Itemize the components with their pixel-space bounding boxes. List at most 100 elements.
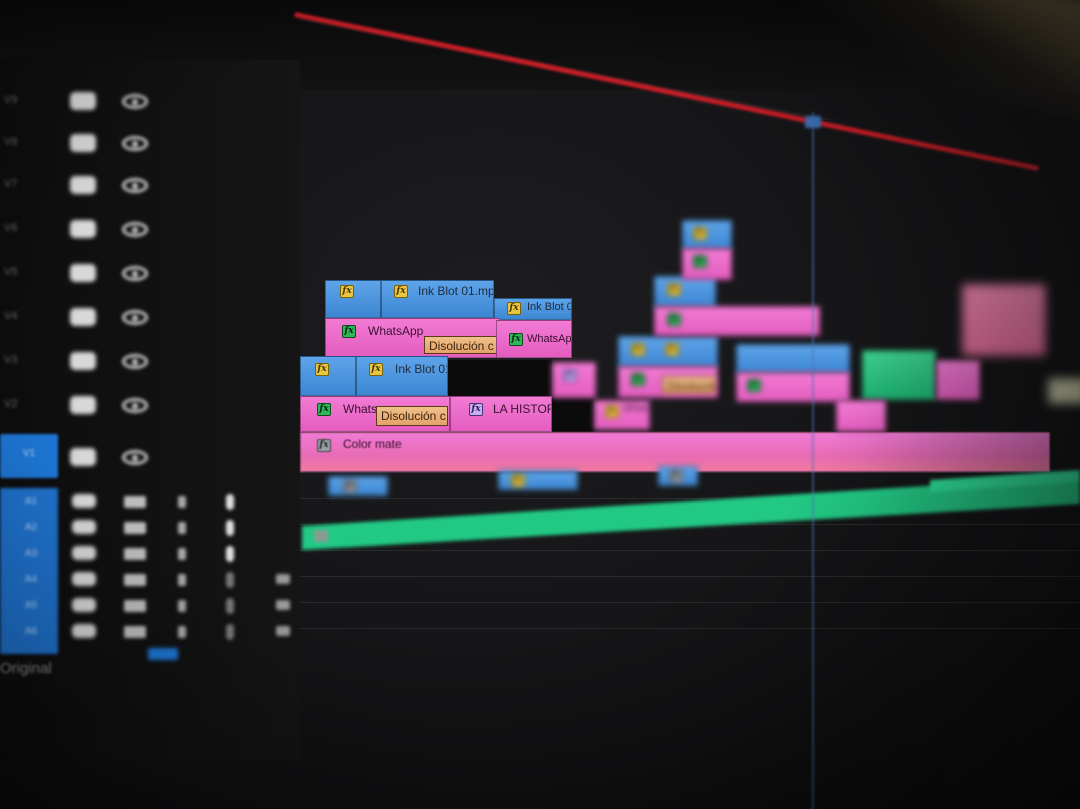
- track-header-v6: V6: [0, 210, 300, 250]
- track-name: A4: [24, 574, 38, 585]
- eye-icon[interactable]: [122, 266, 148, 281]
- track-name: A6: [24, 626, 38, 637]
- timeline-tracks-area[interactable]: fx fx Ink Blot 01.mp4 fx Ink Blot 0 fx W…: [300, 60, 1080, 809]
- mute-button[interactable]: [124, 548, 146, 560]
- fx-icon: fx: [665, 343, 679, 356]
- clip-whatsapp[interactable]: fx Whats: [594, 400, 650, 430]
- fx-clip[interactable]: fx: [300, 356, 356, 396]
- voiceover-icon[interactable]: [276, 574, 290, 584]
- clip-label: WhatsApp: [368, 324, 424, 338]
- track-height-toggle[interactable]: [148, 648, 178, 660]
- track-header-v5: V5: [0, 254, 300, 294]
- transition-dissolve[interactable]: Disolución c: [376, 406, 448, 426]
- mute-button[interactable]: [124, 522, 146, 534]
- voiceover-icon[interactable]: [276, 626, 290, 636]
- transition-dissolve[interactable]: Disolución c: [424, 336, 498, 354]
- fx-clip[interactable]: fx: [325, 280, 381, 318]
- playhead-handle[interactable]: [805, 116, 821, 128]
- eye-icon[interactable]: [122, 222, 148, 237]
- voiceover-icon[interactable]: [276, 600, 290, 610]
- audio-music-clip[interactable]: [300, 460, 1080, 560]
- clip-ink-blot[interactable]: fx Ink Blot 01.mp4: [381, 280, 494, 318]
- lock-icon[interactable]: [70, 220, 96, 238]
- clip-la-historia[interactable]: fx LA HISTORIA: [450, 396, 552, 432]
- clip-adjustment[interactable]: [1048, 378, 1080, 404]
- solo-button[interactable]: [178, 496, 186, 508]
- track-name: V6: [4, 222, 18, 234]
- mic-icon[interactable]: [226, 546, 234, 562]
- mute-button[interactable]: [124, 600, 146, 612]
- lock-icon[interactable]: [72, 520, 96, 534]
- track-divider: [300, 628, 1080, 629]
- lock-icon[interactable]: [72, 494, 96, 508]
- clip-pink[interactable]: [936, 360, 980, 400]
- lock-icon[interactable]: [70, 92, 96, 110]
- solo-button[interactable]: [178, 548, 186, 560]
- lock-icon[interactable]: [70, 134, 96, 152]
- track-header-v1: V1: [0, 434, 300, 478]
- eye-icon[interactable]: [122, 354, 148, 369]
- clip-pink[interactable]: fx: [736, 372, 850, 402]
- lock-icon[interactable]: [72, 546, 96, 560]
- track-header-v2: V2: [0, 386, 300, 426]
- mic-icon[interactable]: [226, 572, 234, 588]
- fx-icon: fx: [693, 227, 707, 240]
- mic-icon[interactable]: [226, 598, 234, 614]
- track-name: V8: [4, 136, 18, 148]
- eye-icon[interactable]: [122, 94, 148, 109]
- clip-ink-blot[interactable]: fx Ink Blot 01: [356, 356, 448, 396]
- mute-button[interactable]: [124, 496, 146, 508]
- lock-icon[interactable]: [72, 624, 96, 638]
- track-header-v7: V7: [0, 166, 300, 206]
- playhead-line[interactable]: [812, 112, 814, 809]
- transition-dissolve[interactable]: Disolución: [662, 376, 716, 394]
- lock-icon[interactable]: [70, 176, 96, 194]
- fx-clip[interactable]: fx fx: [618, 336, 718, 368]
- eye-icon[interactable]: [122, 450, 148, 465]
- solo-button[interactable]: [178, 626, 186, 638]
- mic-icon[interactable]: [226, 520, 234, 536]
- eye-icon[interactable]: [122, 178, 148, 193]
- mute-button[interactable]: [124, 574, 146, 586]
- track-name: V5: [4, 266, 18, 278]
- fx-icon: fx: [315, 363, 329, 376]
- track-name: V9: [4, 94, 18, 106]
- track-name: V2: [4, 398, 18, 410]
- lock-icon[interactable]: [70, 352, 96, 370]
- track-name: A1: [24, 496, 38, 507]
- fx-clip[interactable]: fx: [654, 276, 716, 308]
- lock-icon[interactable]: [72, 598, 96, 612]
- mic-icon[interactable]: [226, 494, 234, 510]
- clip-pink[interactable]: fx: [654, 306, 820, 336]
- clip-ink-blot[interactable]: fx Ink Blot 0: [494, 298, 572, 320]
- source-patch-v1[interactable]: V1: [0, 434, 58, 478]
- track-header-panel: V9 V8 V7 V6 V5 V4 V3 V2 V1 A1 A2 A3 A4 A…: [0, 60, 300, 760]
- solo-button[interactable]: [178, 574, 186, 586]
- eye-icon[interactable]: [122, 310, 148, 325]
- track-header-v3: V3: [0, 342, 300, 382]
- eye-icon[interactable]: [122, 398, 148, 413]
- clip-pink[interactable]: fx: [682, 248, 732, 280]
- lock-icon[interactable]: [72, 572, 96, 586]
- mute-button[interactable]: [124, 626, 146, 638]
- track-name: V7: [4, 178, 18, 190]
- fx-icon: fx: [317, 403, 331, 416]
- fx-icon: fx: [693, 255, 707, 268]
- lock-icon[interactable]: [70, 396, 96, 414]
- clip-whatsapp[interactable]: fx WhatsApp: [496, 320, 572, 358]
- solo-button[interactable]: [178, 522, 186, 534]
- fx-icon: fx: [317, 439, 331, 452]
- lock-icon[interactable]: [70, 308, 96, 326]
- fx-clip[interactable]: fx: [552, 362, 596, 398]
- solo-button[interactable]: [178, 600, 186, 612]
- lock-icon[interactable]: [70, 448, 96, 466]
- fx-clip[interactable]: fx: [682, 220, 732, 250]
- clip-label: Ink Blot 0: [527, 301, 572, 313]
- mic-icon[interactable]: [226, 624, 234, 640]
- lock-icon[interactable]: [70, 264, 96, 282]
- fx-clip[interactable]: [736, 344, 850, 374]
- clip-pink[interactable]: [836, 400, 886, 432]
- clip-green[interactable]: [862, 350, 936, 400]
- eye-icon[interactable]: [122, 136, 148, 151]
- clip-pink[interactable]: [962, 284, 1046, 356]
